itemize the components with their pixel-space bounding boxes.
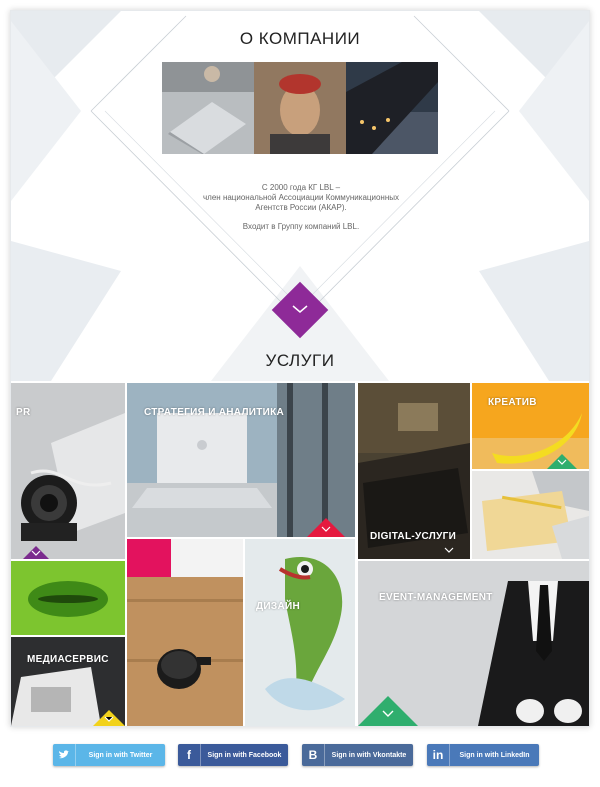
service-tile-creative[interactable]: КРЕАТИВ — [472, 383, 589, 469]
vkontakte-icon: B — [302, 744, 325, 766]
photo-green-lips — [11, 561, 125, 635]
sign-in-linkedin-label: Sign in with LinkedIn — [459, 751, 530, 759]
photo-desk — [127, 539, 243, 726]
about-desc-line: член национальной Ассоциации Коммуникаци… — [203, 193, 399, 202]
service-tile-design[interactable]: ДИЗАЙН — [245, 539, 355, 726]
service-label: МЕДИАСЕРВИС — [27, 654, 109, 665]
about-description: С 2000 года КГ LBL – член национальной А… — [151, 183, 451, 232]
sign-in-facebook-button[interactable]: f Sign in with Facebook — [178, 744, 288, 766]
sign-in-vkontakte-button[interactable]: B Sign in with Vkontakte — [302, 744, 413, 766]
service-tile-pr[interactable]: PR — [11, 383, 125, 559]
service-label: EVENT-MANAGEMENT — [379, 592, 493, 603]
service-label: КРЕАТИВ — [488, 397, 537, 408]
chevron-down-icon — [382, 710, 394, 717]
chevron-down-icon — [31, 550, 41, 556]
chevron-down-icon — [292, 305, 308, 313]
about-photo-strip — [162, 62, 438, 154]
chevron-down-icon — [104, 716, 114, 722]
sign-in-linkedin-button[interactable]: in Sign in with LinkedIn — [427, 744, 539, 766]
service-tile-media[interactable]: МЕДИАСЕРВИС — [11, 637, 125, 726]
sign-in-twitter-label: Sign in with Twitter — [88, 751, 153, 759]
service-label: СТРАТЕГИЯ И АНАЛИТИКА — [144, 407, 285, 418]
sign-in-twitter-button[interactable]: Sign in with Twitter — [53, 744, 165, 766]
about-title: О КОМПАНИИ — [239, 29, 361, 48]
about-desc-line: Агентств России (АКАР). — [255, 203, 347, 212]
facebook-icon: f — [178, 744, 201, 766]
about-desc-line: Входит в Группу компаний LBL. — [242, 222, 360, 231]
about-desc-line: С 2000 года КГ LBL – — [261, 183, 341, 192]
service-label: ДИЗАЙН — [256, 601, 301, 612]
sign-in-vkontakte-label: Sign in with Vkontakte — [331, 751, 407, 759]
photo-notebook — [472, 471, 589, 559]
chevron-down-icon — [321, 526, 331, 532]
page-card: О КОМПАНИИ С 2000 года КГ LBL – член нац… — [10, 10, 590, 727]
chevron-down-icon — [444, 547, 454, 553]
service-label: DIGITAL-УСЛУГИ — [370, 531, 457, 542]
chevron-down-icon — [557, 459, 567, 465]
twitter-icon — [53, 744, 76, 766]
services-grid: PR СТРАТЕГИЯ И АНАЛИТИКА DIGITAL-УСЛУГИ … — [11, 383, 589, 726]
service-label: PR — [16, 407, 31, 418]
services-title: УСЛУГИ — [265, 351, 335, 370]
service-tile-event[interactable]: EVENT-MANAGEMENT — [358, 561, 589, 726]
sign-in-facebook-label: Sign in with Facebook — [207, 751, 282, 759]
service-tile-strategy[interactable]: СТРАТЕГИЯ И АНАЛИТИКА — [127, 383, 355, 537]
service-tile-digital[interactable]: DIGITAL-УСЛУГИ — [358, 383, 470, 559]
linkedin-icon: in — [427, 744, 450, 766]
